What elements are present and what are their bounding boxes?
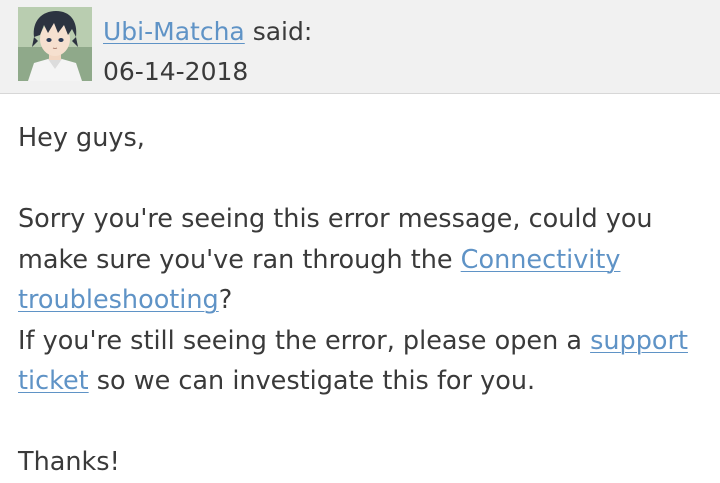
paragraph-1-end: ? (218, 285, 233, 315)
avatar-image (18, 7, 92, 81)
paragraph-1: Sorry you're seeing this error message, … (18, 199, 708, 321)
post-date: 06-14-2018 (103, 57, 249, 86)
post-header: Ubi-Matcha said: 06-14-2018 (0, 0, 720, 94)
author-line: Ubi-Matcha said: (103, 16, 312, 48)
avatar[interactable] (18, 7, 92, 81)
paragraph-2-end: so we can investigate this for you. (88, 366, 536, 396)
closing-text: Thanks! (18, 447, 120, 477)
paragraph-2-text: If you're still seeing the error, please… (18, 325, 591, 356)
greeting-text: Hey guys, (18, 123, 145, 153)
paragraph-2: If you're still seeing the error, please… (18, 321, 708, 402)
said-label: said: (252, 17, 313, 46)
author-link[interactable]: Ubi-Matcha (103, 17, 245, 46)
post-body: Hey guys, Sorry you're seeing this error… (18, 118, 708, 483)
